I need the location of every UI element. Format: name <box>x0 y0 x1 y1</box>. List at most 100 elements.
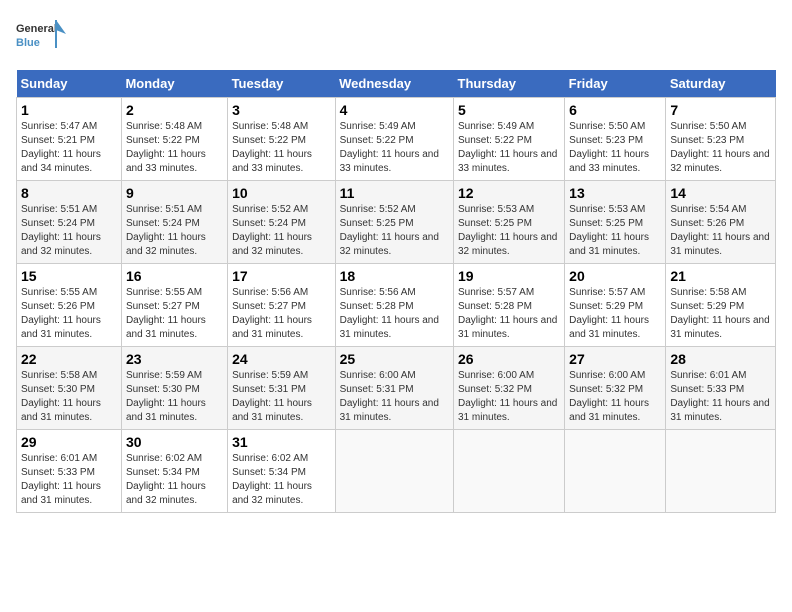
calendar-cell: 18 Sunrise: 5:56 AMSunset: 5:28 PMDaylig… <box>335 264 453 347</box>
calendar-cell: 31 Sunrise: 6:02 AMSunset: 5:34 PMDaylig… <box>228 430 336 513</box>
day-info: Sunrise: 5:48 AMSunset: 5:22 PMDaylight:… <box>232 121 312 174</box>
day-info: Sunrise: 5:59 AMSunset: 5:30 PMDaylight:… <box>126 370 206 423</box>
day-info: Sunrise: 6:02 AMSunset: 5:34 PMDaylight:… <box>232 453 312 506</box>
calendar-cell: 7 Sunrise: 5:50 AMSunset: 5:23 PMDayligh… <box>666 98 776 181</box>
calendar-cell <box>335 430 453 513</box>
day-number: 26 <box>458 351 560 367</box>
day-number: 27 <box>569 351 661 367</box>
day-info: Sunrise: 5:55 AMSunset: 5:26 PMDaylight:… <box>21 287 101 340</box>
weekday-header-thursday: Thursday <box>454 70 565 98</box>
calendar-cell: 19 Sunrise: 5:57 AMSunset: 5:28 PMDaylig… <box>454 264 565 347</box>
day-number: 9 <box>126 185 223 201</box>
day-number: 22 <box>21 351 117 367</box>
calendar-cell: 10 Sunrise: 5:52 AMSunset: 5:24 PMDaylig… <box>228 181 336 264</box>
day-info: Sunrise: 5:52 AMSunset: 5:25 PMDaylight:… <box>340 204 439 257</box>
day-info: Sunrise: 5:57 AMSunset: 5:29 PMDaylight:… <box>569 287 649 340</box>
day-info: Sunrise: 5:51 AMSunset: 5:24 PMDaylight:… <box>126 204 206 257</box>
day-number: 8 <box>21 185 117 201</box>
day-info: Sunrise: 6:02 AMSunset: 5:34 PMDaylight:… <box>126 453 206 506</box>
day-info: Sunrise: 5:58 AMSunset: 5:29 PMDaylight:… <box>670 287 769 340</box>
day-info: Sunrise: 5:56 AMSunset: 5:28 PMDaylight:… <box>340 287 439 340</box>
day-number: 23 <box>126 351 223 367</box>
day-number: 13 <box>569 185 661 201</box>
day-number: 5 <box>458 102 560 118</box>
weekday-header-wednesday: Wednesday <box>335 70 453 98</box>
calendar-cell <box>454 430 565 513</box>
calendar-cell: 28 Sunrise: 6:01 AMSunset: 5:33 PMDaylig… <box>666 347 776 430</box>
day-number: 31 <box>232 434 331 450</box>
calendar-cell: 30 Sunrise: 6:02 AMSunset: 5:34 PMDaylig… <box>121 430 227 513</box>
calendar-cell <box>666 430 776 513</box>
day-info: Sunrise: 5:54 AMSunset: 5:26 PMDaylight:… <box>670 204 769 257</box>
day-info: Sunrise: 5:47 AMSunset: 5:21 PMDaylight:… <box>21 121 101 174</box>
day-info: Sunrise: 6:01 AMSunset: 5:33 PMDaylight:… <box>21 453 101 506</box>
day-number: 20 <box>569 268 661 284</box>
day-number: 30 <box>126 434 223 450</box>
day-info: Sunrise: 5:58 AMSunset: 5:30 PMDaylight:… <box>21 370 101 423</box>
weekday-header-sunday: Sunday <box>17 70 122 98</box>
day-info: Sunrise: 5:49 AMSunset: 5:22 PMDaylight:… <box>340 121 439 174</box>
svg-text:Blue: Blue <box>16 37 40 49</box>
day-number: 1 <box>21 102 117 118</box>
weekday-header-saturday: Saturday <box>666 70 776 98</box>
header: General Blue <box>16 16 776 58</box>
calendar-cell: 29 Sunrise: 6:01 AMSunset: 5:33 PMDaylig… <box>17 430 122 513</box>
day-info: Sunrise: 5:53 AMSunset: 5:25 PMDaylight:… <box>569 204 649 257</box>
svg-text:General: General <box>16 23 57 35</box>
day-info: Sunrise: 5:48 AMSunset: 5:22 PMDaylight:… <box>126 121 206 174</box>
logo: General Blue <box>16 16 66 58</box>
day-number: 11 <box>340 185 449 201</box>
weekday-header-monday: Monday <box>121 70 227 98</box>
calendar-cell <box>565 430 666 513</box>
calendar-cell: 6 Sunrise: 5:50 AMSunset: 5:23 PMDayligh… <box>565 98 666 181</box>
day-number: 10 <box>232 185 331 201</box>
day-number: 14 <box>670 185 771 201</box>
day-info: Sunrise: 5:57 AMSunset: 5:28 PMDaylight:… <box>458 287 557 340</box>
day-info: Sunrise: 6:00 AMSunset: 5:32 PMDaylight:… <box>458 370 557 423</box>
day-info: Sunrise: 5:50 AMSunset: 5:23 PMDaylight:… <box>670 121 769 174</box>
week-row-4: 22 Sunrise: 5:58 AMSunset: 5:30 PMDaylig… <box>17 347 776 430</box>
calendar-cell: 15 Sunrise: 5:55 AMSunset: 5:26 PMDaylig… <box>17 264 122 347</box>
calendar-cell: 9 Sunrise: 5:51 AMSunset: 5:24 PMDayligh… <box>121 181 227 264</box>
calendar-cell: 24 Sunrise: 5:59 AMSunset: 5:31 PMDaylig… <box>228 347 336 430</box>
day-number: 24 <box>232 351 331 367</box>
day-info: Sunrise: 5:53 AMSunset: 5:25 PMDaylight:… <box>458 204 557 257</box>
day-info: Sunrise: 6:01 AMSunset: 5:33 PMDaylight:… <box>670 370 769 423</box>
day-info: Sunrise: 5:55 AMSunset: 5:27 PMDaylight:… <box>126 287 206 340</box>
calendar-cell: 21 Sunrise: 5:58 AMSunset: 5:29 PMDaylig… <box>666 264 776 347</box>
day-number: 3 <box>232 102 331 118</box>
day-number: 21 <box>670 268 771 284</box>
weekday-header-tuesday: Tuesday <box>228 70 336 98</box>
calendar-cell: 8 Sunrise: 5:51 AMSunset: 5:24 PMDayligh… <box>17 181 122 264</box>
calendar-cell: 12 Sunrise: 5:53 AMSunset: 5:25 PMDaylig… <box>454 181 565 264</box>
day-info: Sunrise: 6:00 AMSunset: 5:31 PMDaylight:… <box>340 370 439 423</box>
week-row-1: 1 Sunrise: 5:47 AMSunset: 5:21 PMDayligh… <box>17 98 776 181</box>
day-number: 18 <box>340 268 449 284</box>
day-number: 15 <box>21 268 117 284</box>
day-number: 4 <box>340 102 449 118</box>
day-info: Sunrise: 5:56 AMSunset: 5:27 PMDaylight:… <box>232 287 312 340</box>
day-info: Sunrise: 5:50 AMSunset: 5:23 PMDaylight:… <box>569 121 649 174</box>
calendar-cell: 1 Sunrise: 5:47 AMSunset: 5:21 PMDayligh… <box>17 98 122 181</box>
weekday-header-row: SundayMondayTuesdayWednesdayThursdayFrid… <box>17 70 776 98</box>
day-info: Sunrise: 5:59 AMSunset: 5:31 PMDaylight:… <box>232 370 312 423</box>
calendar-cell: 13 Sunrise: 5:53 AMSunset: 5:25 PMDaylig… <box>565 181 666 264</box>
calendar-cell: 26 Sunrise: 6:00 AMSunset: 5:32 PMDaylig… <box>454 347 565 430</box>
general-blue-logo-icon: General Blue <box>16 16 66 58</box>
calendar-cell: 23 Sunrise: 5:59 AMSunset: 5:30 PMDaylig… <box>121 347 227 430</box>
day-number: 2 <box>126 102 223 118</box>
day-number: 28 <box>670 351 771 367</box>
calendar-cell: 22 Sunrise: 5:58 AMSunset: 5:30 PMDaylig… <box>17 347 122 430</box>
calendar-cell: 20 Sunrise: 5:57 AMSunset: 5:29 PMDaylig… <box>565 264 666 347</box>
calendar-cell: 2 Sunrise: 5:48 AMSunset: 5:22 PMDayligh… <box>121 98 227 181</box>
week-row-2: 8 Sunrise: 5:51 AMSunset: 5:24 PMDayligh… <box>17 181 776 264</box>
day-info: Sunrise: 5:49 AMSunset: 5:22 PMDaylight:… <box>458 121 557 174</box>
calendar-cell: 11 Sunrise: 5:52 AMSunset: 5:25 PMDaylig… <box>335 181 453 264</box>
calendar-table: SundayMondayTuesdayWednesdayThursdayFrid… <box>16 70 776 513</box>
day-number: 25 <box>340 351 449 367</box>
calendar-cell: 27 Sunrise: 6:00 AMSunset: 5:32 PMDaylig… <box>565 347 666 430</box>
calendar-cell: 16 Sunrise: 5:55 AMSunset: 5:27 PMDaylig… <box>121 264 227 347</box>
calendar-cell: 4 Sunrise: 5:49 AMSunset: 5:22 PMDayligh… <box>335 98 453 181</box>
week-row-3: 15 Sunrise: 5:55 AMSunset: 5:26 PMDaylig… <box>17 264 776 347</box>
calendar-cell: 17 Sunrise: 5:56 AMSunset: 5:27 PMDaylig… <box>228 264 336 347</box>
